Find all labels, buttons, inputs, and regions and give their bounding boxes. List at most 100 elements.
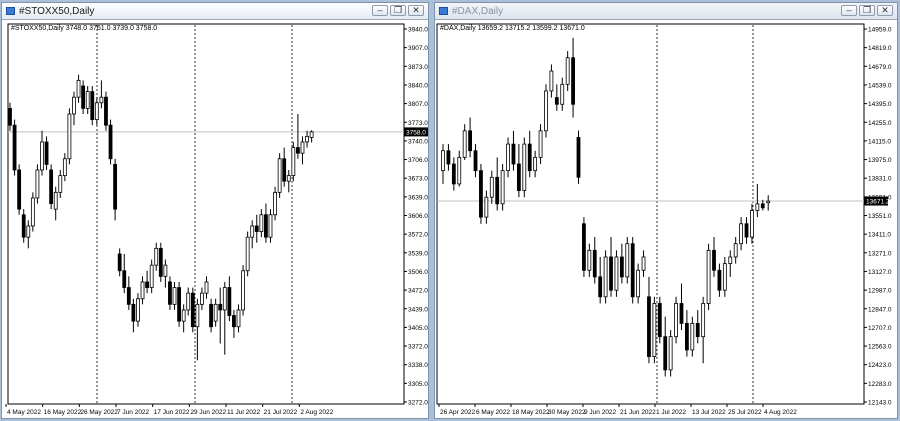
candle[interactable] <box>544 84 548 138</box>
candle-body-down <box>717 269 722 291</box>
candle[interactable] <box>291 141 296 182</box>
candle-body-down <box>296 147 300 154</box>
candle-body-up <box>484 196 489 218</box>
candle[interactable] <box>17 164 22 215</box>
y-tick-label: 3338.0 <box>408 362 428 369</box>
candle[interactable] <box>576 130 581 184</box>
candle[interactable] <box>674 296 678 344</box>
candle-body-down <box>8 107 12 126</box>
stoxx50-candlestick-chart[interactable]: #STOXX50,Daily 3748.0 3761.0 3739.0 3758… <box>2 20 428 418</box>
chart-window-icon <box>439 7 448 15</box>
candle-body-up <box>149 264 154 288</box>
candle[interactable] <box>104 91 108 131</box>
x-tick-label: 21 Jul 2022 <box>264 409 298 416</box>
minimize-button[interactable]: – <box>372 5 388 16</box>
candle-body-down <box>571 57 575 105</box>
y-tick-label: 3439.0 <box>408 306 428 313</box>
minimize-button[interactable]: – <box>841 5 857 16</box>
candle-body-up <box>181 309 186 322</box>
candle-body-up <box>99 96 104 104</box>
x-tick-label: 2 Aug 2022 <box>300 409 333 416</box>
candle-body-up <box>291 147 296 176</box>
candle[interactable] <box>625 237 630 284</box>
candle[interactable] <box>522 137 527 198</box>
candle-body-down <box>44 141 49 165</box>
candle[interactable] <box>603 250 608 304</box>
chart-window-icon <box>6 7 15 15</box>
candle-body-up <box>690 322 695 351</box>
candle[interactable] <box>67 108 72 165</box>
candle[interactable] <box>90 85 95 126</box>
candle-body-up <box>186 292 191 311</box>
y-tick-label: 13975.0 <box>868 157 892 164</box>
candle[interactable] <box>657 296 662 344</box>
candle-body-down <box>126 287 131 305</box>
candle[interactable] <box>706 243 711 311</box>
restore-button[interactable]: ❐ <box>859 5 875 16</box>
candle-body-down <box>113 163 118 210</box>
x-tick-label: 13 Jul 2022 <box>692 409 726 416</box>
candle[interactable] <box>582 217 586 277</box>
candle[interactable] <box>630 237 635 304</box>
current-price-label: 13671.2 <box>866 199 890 206</box>
candle[interactable] <box>652 296 657 364</box>
candle-body-down <box>679 303 684 324</box>
candle-body-down <box>744 223 749 238</box>
candle-body-up <box>706 249 711 304</box>
y-tick-label: 14959.0 <box>868 27 892 34</box>
candle-body-down <box>122 270 127 288</box>
title-bar[interactable]: #DAX,Daily – ❐ ✕ <box>435 3 897 20</box>
candle[interactable] <box>241 265 245 316</box>
candle-body-up <box>53 191 58 210</box>
candle[interactable] <box>35 164 40 204</box>
y-tick-label: 3673.0 <box>408 176 428 183</box>
close-button[interactable]: ✕ <box>408 5 424 16</box>
candle-body-up <box>500 170 505 205</box>
window-title: #STOXX50,Daily <box>19 6 95 17</box>
candle[interactable] <box>49 164 54 210</box>
y-tick-label: 13271.0 <box>868 250 892 257</box>
candle[interactable] <box>30 192 35 232</box>
candle-body-down <box>254 225 259 232</box>
candle-body-up <box>549 70 554 92</box>
candle-body-up <box>163 264 168 277</box>
candle[interactable] <box>614 250 619 297</box>
plot-area[interactable] <box>7 23 405 405</box>
y-tick-label: 14539.0 <box>868 82 892 89</box>
close-button[interactable]: ✕ <box>877 5 893 16</box>
candle[interactable] <box>277 153 282 198</box>
candle-body-down <box>495 176 500 205</box>
candle[interactable] <box>245 231 250 277</box>
candle[interactable] <box>158 242 163 282</box>
minimize-icon: – <box>377 5 383 15</box>
candle[interactable] <box>12 119 17 176</box>
candle[interactable] <box>500 164 505 211</box>
y-tick-label: 14679.0 <box>868 64 892 71</box>
candle-body-up <box>213 303 218 322</box>
x-tick-label: 21 Jun 2022 <box>620 409 656 416</box>
restore-icon: ❐ <box>393 5 403 15</box>
candle[interactable] <box>177 281 181 327</box>
candle-body-down <box>21 214 26 238</box>
dax-chart-window[interactable]: #DAX,Daily – ❐ ✕ #DAX,Daily 13659.2 1371… <box>434 2 898 419</box>
title-bar[interactable]: #STOXX50,Daily – ❐ ✕ <box>2 3 428 20</box>
dax-candlestick-chart[interactable]: #DAX,Daily 13659.2 13715.2 13599.2 13671… <box>435 20 897 418</box>
candle-body-up <box>565 57 570 85</box>
candle[interactable] <box>190 287 195 333</box>
y-tick-label: 3472.0 <box>408 288 428 295</box>
candle[interactable] <box>108 119 113 165</box>
candle-body-down <box>479 170 483 218</box>
restore-button[interactable]: ❐ <box>390 5 406 16</box>
stoxx50-chart-window[interactable]: #STOXX50,Daily – ❐ ✕ #STOXX50,Daily 3748… <box>1 2 429 419</box>
candle-body-up <box>766 200 771 204</box>
candle-body-down <box>576 137 581 178</box>
candle-body-down <box>209 303 213 328</box>
candle-body-up <box>750 210 754 238</box>
candle-body-up <box>85 91 90 109</box>
candle-body-down <box>663 336 668 371</box>
candle[interactable] <box>668 330 673 377</box>
candle-body-down <box>511 143 516 165</box>
chart-info-line: #STOXX50,Daily 3748.0 3761.0 3739.0 3758… <box>11 25 157 32</box>
x-tick-label: 18 May 2022 <box>512 409 550 416</box>
candle[interactable] <box>479 164 483 224</box>
